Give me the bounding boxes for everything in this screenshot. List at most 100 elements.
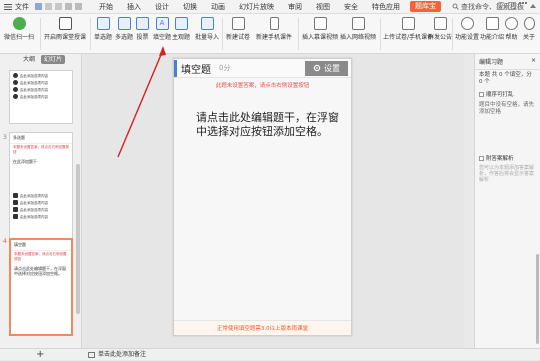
tab-slideshow[interactable]: 幻灯片放映 [232,0,281,14]
insert-web-video-button[interactable]: 插入网络视频 [340,17,376,41]
quick-access [35,3,82,10]
slide-warning: 本题未设置答案，请点击右侧设置按钮 [14,252,67,261]
checkbox-icon [13,207,18,212]
slide-thumbnail-4[interactable]: 填空题 本题未设置答案，请点击右侧设置按钮 请点击此处编辑题干，在浮窗中选择对应… [9,238,73,336]
more-icon[interactable] [519,2,527,10]
close-icon[interactable]: × [531,57,536,66]
checkbox-icon [13,214,18,219]
list-item: 由此添加选项内容 [13,200,69,205]
gear-icon [313,64,321,72]
help-icon [505,17,518,30]
scrollbar[interactable] [536,254,539,344]
list-item: 由此添加选项内容 [13,87,69,92]
checkbox-icon[interactable] [479,155,484,161]
collapse-icon[interactable] [530,4,536,8]
subjective-icon [174,17,188,30]
help-button[interactable]: 帮助 [505,17,518,41]
option-text: 由此添加选项内容 [20,207,48,212]
group-notice-label: 群发公告 [428,34,453,41]
cloud-icon[interactable] [497,2,505,10]
insert-video-button[interactable]: 插入慕课视频 [302,17,338,41]
add-notes-area[interactable]: 单击此处添加备注 [88,349,146,361]
undo-icon[interactable] [65,3,72,10]
tab-security[interactable]: 安全 [337,0,365,14]
open-class-button[interactable]: 开启雨课堂授课 [44,17,86,41]
insert-video-label: 插入慕课视频 [302,34,339,41]
list-item: 由此添加选项内容 [13,94,69,99]
shuffle-option[interactable]: 顺序可打乱 [475,88,540,100]
insert-web-video-label: 插入网络视频 [340,34,377,41]
vote-icon [136,17,149,30]
upload-icon [401,17,415,30]
share-icon[interactable] [508,2,516,10]
question-type-title: 填空题 [181,64,211,76]
settings-button[interactable]: 设置 [305,60,348,76]
checkbox-icon [13,200,18,205]
group-notice-button[interactable]: 群发公告 [428,17,452,41]
new-paper-button[interactable]: 新建试卷 [226,17,250,41]
option-text: 由此添加选项内容 [20,94,48,99]
vote-label: 投票 [136,34,149,41]
radio-icon [13,73,18,78]
new-mobile-button[interactable]: 新建手机课件 [256,17,292,41]
tab-review[interactable]: 审阅 [281,0,309,14]
scrollbar[interactable] [76,164,80,314]
function-settings-button[interactable]: 功能设置 [455,17,479,41]
option-text: 由此添加选项内容 [20,73,48,78]
function-intro-button[interactable]: 功能介绍 [480,17,504,41]
option-text: 由此添加选项内容 [20,200,48,205]
slide-header: 填空题 [11,240,71,251]
import-icon [200,17,214,30]
redo-icon[interactable] [75,3,82,10]
add-slide-button[interactable]: + [36,349,44,361]
print-icon[interactable] [55,3,62,10]
tab-design[interactable]: 设计 [148,0,176,14]
vote-button[interactable]: 投票 [136,17,149,41]
question-stem[interactable]: 请点击此处编辑题干，在浮窗中选择对应按钮添加空格。 [174,111,351,139]
slide-warning: 本题未设置答案，请点击右侧设置按钮 [13,145,69,154]
separator [452,18,453,50]
analysis-option[interactable]: 附答案解析 [475,152,540,164]
fill-blank-button[interactable]: A 填空题 [153,17,171,41]
checkbox-icon [13,193,18,198]
tab-start[interactable]: 开始 [92,0,120,14]
slide-panel: 大纲 幻灯片 由此添加选项内容 由此添加选项内容 由此添加选项内容 由此添加选项… [0,54,82,348]
multi-choice-button[interactable]: 多选题 [115,17,133,41]
tab-transition[interactable]: 切换 [176,0,204,14]
tab-animation[interactable]: 动画 [204,0,232,14]
radio-icon [13,80,18,85]
open-class-label: 开启雨课堂授课 [44,34,87,41]
multi-choice-icon [117,17,131,30]
slide-header: 多选题 [10,133,72,144]
batch-import-button[interactable]: 批量导入 [195,17,219,41]
tab-insert[interactable]: 插入 [120,0,148,14]
window-tools [497,2,536,10]
tab-tikubao[interactable]: 题库宝 [410,1,441,12]
about-label: 关于 [523,34,536,41]
subjective-button[interactable]: 主观题 [172,17,190,41]
analysis-hint: 您可以为本题添加答案解析，作答后将会显示答案解析 [479,165,535,183]
app-menu-icon[interactable] [3,2,13,12]
save-icon[interactable] [35,3,42,10]
slide-thumbnail-2[interactable]: 由此添加选项内容 由此添加选项内容 由此添加选项内容 由此添加选项内容 [9,70,73,124]
subjective-label: 主观题 [172,34,191,41]
panel-header: 编辑习题 × [475,54,540,70]
settings-label: 设置 [324,63,340,73]
file-menu[interactable]: 文件 [15,2,29,12]
tab-slides[interactable]: 幻灯片 [41,55,66,64]
export-icon[interactable] [45,3,52,10]
batch-import-label: 批量导入 [195,34,220,41]
slide-number: 4 [3,238,7,245]
tab-outline[interactable]: 大纲 [20,55,38,64]
class-icon [58,17,72,30]
wechat-scan-button[interactable]: 微信扫一扫 [4,17,34,41]
checkbox-icon[interactable] [479,91,484,97]
single-choice-button[interactable]: 单选题 [94,17,112,41]
answer-warning: 此题未设置答案，请点击右侧设置按钮 [215,83,310,89]
upload-button[interactable]: 上传试卷/手机课件 [383,17,433,41]
question-phone-preview[interactable]: 填空题 0分 设置 此题未设置答案，请点击右侧设置按钮 请点击此处编辑题干，在浮… [173,58,352,336]
about-button[interactable]: 关于 [523,17,535,41]
tab-special[interactable]: 特色应用 [365,0,407,14]
info-icon [523,17,535,30]
tab-view[interactable]: 视图 [309,0,337,14]
